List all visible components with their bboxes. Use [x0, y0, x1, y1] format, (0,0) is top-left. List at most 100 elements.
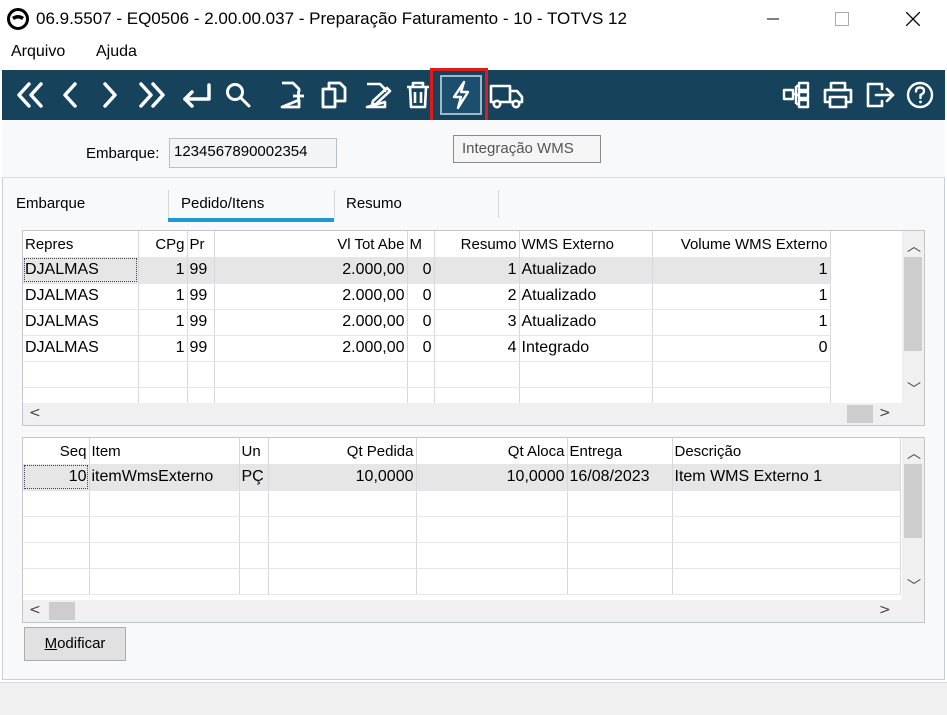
table-row[interactable]: DJALMAS 1 99 2.000,00 0 2 Atualizado 1 — [23, 283, 831, 310]
cell-wms-externo: Atualizado — [519, 257, 653, 284]
modificar-button[interactable]: Modificar — [24, 627, 126, 661]
scroll-thumb[interactable] — [904, 257, 922, 351]
cell-vl-tot-abe: 2.000,00 — [214, 309, 408, 336]
empty-row — [23, 490, 901, 517]
scroll-thumb[interactable] — [847, 405, 873, 423]
column-header[interactable]: M — [407, 231, 435, 257]
help-button[interactable] — [900, 75, 940, 115]
cell-repres: DJALMAS — [23, 335, 139, 362]
minimize-button[interactable] — [750, 0, 796, 38]
cell-entrega: 16/08/2023 — [567, 464, 673, 491]
pedidos-horizontal-scrollbar[interactable]: < > — [23, 403, 924, 425]
scroll-down-icon[interactable]: ﹀ — [907, 576, 921, 596]
itens-grid[interactable]: Seq Item Un Qt Pedida Qt Aloca Entrega D… — [22, 437, 925, 623]
exit-button[interactable] — [860, 75, 900, 115]
tooltip-integracao-wms: Integração WMS — [453, 135, 601, 163]
table-row[interactable]: 10 itemWmsExterno PÇ 10,0000 10,0000 16/… — [23, 464, 901, 491]
cell-pr: 99 — [187, 257, 215, 284]
scroll-left-icon[interactable]: < — [29, 405, 41, 421]
cell-resumo: 1 — [434, 257, 520, 284]
edit-icon — [365, 82, 392, 109]
embarque-field[interactable]: 1234567890002354 — [169, 138, 337, 168]
cell-vl-tot-abe: 2.000,00 — [214, 283, 408, 310]
itens-horizontal-scrollbar[interactable]: < > — [23, 600, 924, 622]
table-row[interactable]: DJALMAS 1 99 2.000,00 0 1 Atualizado 1 — [23, 257, 831, 284]
menu-ajuda[interactable]: Ajuda — [96, 43, 137, 61]
cell-vl-tot-abe: 2.000,00 — [214, 335, 408, 362]
tab-separator — [334, 190, 335, 218]
next-record-button[interactable] — [90, 75, 130, 115]
help-icon — [906, 81, 934, 109]
tab-separator — [168, 190, 169, 218]
column-header[interactable]: Seq — [23, 438, 90, 464]
column-header[interactable]: Entrega — [567, 438, 673, 464]
last-icon — [139, 82, 165, 108]
shipping-button[interactable] — [486, 75, 528, 115]
cell-m: 0 — [407, 257, 435, 284]
scroll-thumb[interactable] — [49, 602, 75, 620]
column-header[interactable]: Pr — [187, 231, 215, 257]
last-record-button[interactable] — [132, 75, 172, 115]
scroll-thumb[interactable] — [904, 464, 922, 538]
cell-resumo: 2 — [434, 283, 520, 310]
cell-vl-tot-abe: 2.000,00 — [214, 257, 408, 284]
minimize-icon — [767, 18, 779, 20]
column-header[interactable]: Item — [89, 438, 240, 464]
tree-icon — [782, 81, 810, 109]
maximize-button[interactable] — [819, 0, 865, 38]
pedidos-vertical-scrollbar[interactable]: ︿ ﹀ — [902, 231, 924, 403]
itens-vertical-scrollbar[interactable]: ︿ ﹀ — [902, 438, 924, 600]
pedidos-grid[interactable]: Repres CPg Pr Vl Tot Abe M Resumo WMS Ex… — [22, 230, 925, 426]
pedidos-header-row: Repres CPg Pr Vl Tot Abe M Resumo WMS Ex… — [23, 231, 831, 257]
return-button[interactable] — [176, 75, 216, 115]
column-header[interactable]: Resumo — [434, 231, 520, 257]
close-button[interactable] — [890, 0, 936, 38]
delete-icon — [407, 81, 429, 109]
tab-resumo[interactable]: Resumo — [346, 195, 402, 212]
previous-record-button[interactable] — [50, 75, 90, 115]
column-header[interactable]: Qt Pedida — [268, 438, 417, 464]
table-row[interactable]: DJALMAS 1 99 2.000,00 0 3 Atualizado 1 — [23, 309, 831, 336]
cell-pr: 99 — [187, 283, 215, 310]
column-header[interactable]: CPg — [138, 231, 188, 257]
column-header[interactable]: Descrição — [672, 438, 901, 464]
scroll-down-icon[interactable]: ﹀ — [907, 379, 921, 399]
tab-embarque[interactable]: Embarque — [16, 195, 85, 212]
scroll-left-icon[interactable]: < — [29, 602, 41, 618]
scroll-up-icon[interactable]: ︿ — [907, 236, 921, 256]
column-header[interactable]: Vl Tot Abe — [214, 231, 408, 257]
status-bar — [0, 682, 947, 715]
edit-button[interactable] — [358, 75, 398, 115]
cell-qt-pedida: 10,0000 — [268, 464, 417, 491]
cell-wms-externo: Integrado — [519, 335, 653, 362]
column-header[interactable]: Qt Aloca — [416, 438, 568, 464]
new-doc-icon — [280, 81, 304, 109]
table-row[interactable]: DJALMAS 1 99 2.000,00 0 4 Integrado 0 — [23, 335, 831, 362]
empty-row — [23, 516, 901, 543]
search-button[interactable] — [218, 75, 258, 115]
previous-icon — [63, 82, 77, 108]
print-button[interactable] — [818, 75, 858, 115]
column-header[interactable]: Repres — [23, 231, 139, 257]
column-header[interactable]: Volume WMS Externo — [652, 231, 831, 257]
column-header[interactable]: WMS Externo — [519, 231, 653, 257]
cell-m: 0 — [407, 309, 435, 336]
scroll-up-icon[interactable]: ︿ — [907, 443, 921, 463]
copy-button[interactable] — [314, 75, 354, 115]
scroll-right-icon[interactable]: > — [879, 405, 891, 421]
scroll-right-icon[interactable]: > — [879, 602, 891, 618]
cell-wms-externo: Atualizado — [519, 283, 653, 310]
menu-arquivo[interactable]: Arquivo — [11, 43, 65, 61]
empty-row — [23, 542, 901, 569]
cell-cpg: 1 — [138, 309, 188, 336]
cell-seq: 10 — [23, 464, 90, 491]
column-header[interactable]: Un — [239, 438, 269, 464]
cell-cpg: 1 — [138, 283, 188, 310]
cell-pr: 99 — [187, 309, 215, 336]
tree-button[interactable] — [776, 75, 816, 115]
cell-volume-wms: 1 — [652, 283, 831, 310]
new-button[interactable] — [272, 75, 312, 115]
cell-repres: DJALMAS — [23, 283, 139, 310]
first-record-button[interactable] — [10, 75, 50, 115]
tab-pedido-itens[interactable]: Pedido/Itens — [181, 195, 264, 212]
